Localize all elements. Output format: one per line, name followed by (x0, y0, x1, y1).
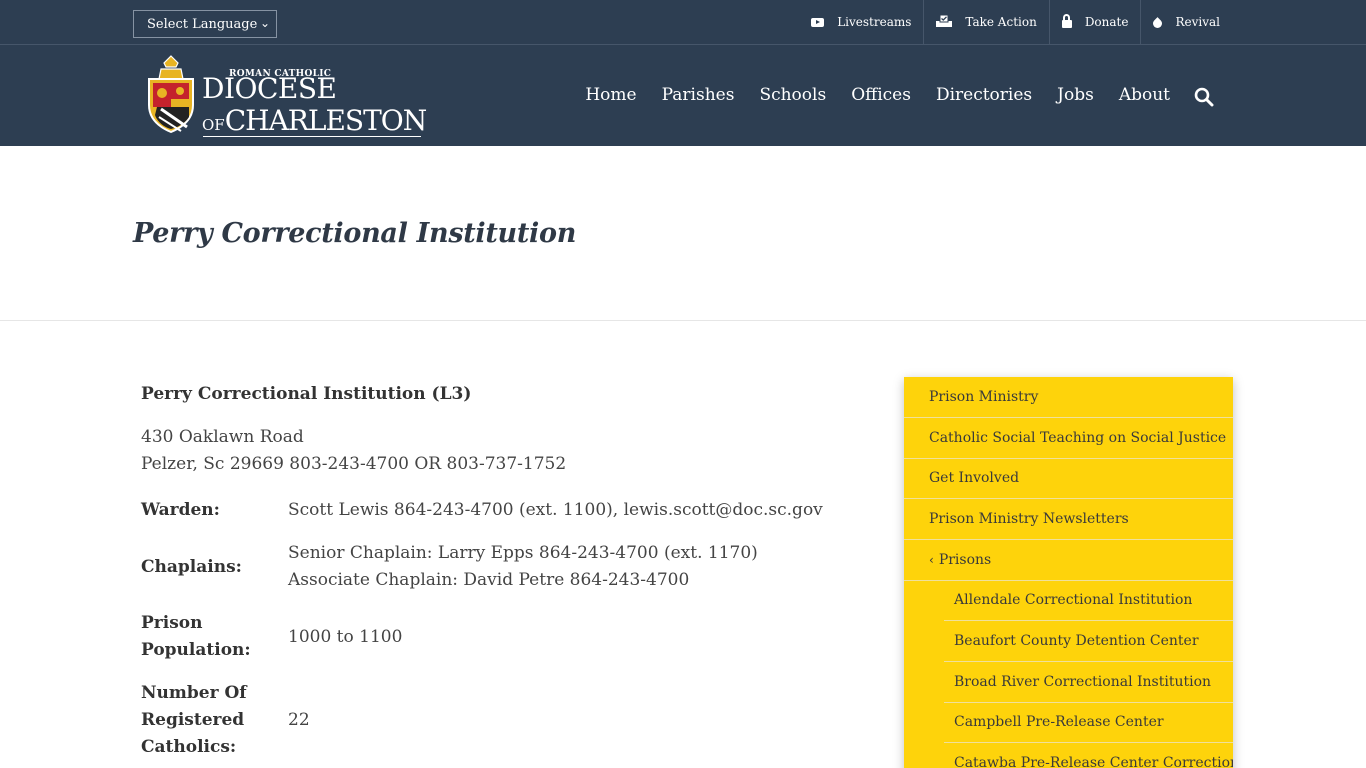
sidebar-item-newsletters[interactable]: Prison Ministry Newsletters (904, 499, 1233, 540)
page-title-band: Perry Correctional Institution (0, 146, 1366, 321)
sidebar-subitem-campbell[interactable]: Campbell Pre-Release Center (944, 702, 1233, 743)
sidebar-item-label: Prison Ministry (929, 389, 1039, 405)
sidebar-item-label: Prison Ministry Newsletters (929, 511, 1129, 527)
logo-of-charleston: OFCHARLESTON (202, 104, 427, 139)
catholics-label-line1: Number Of (141, 683, 247, 703)
search-icon[interactable] (1194, 87, 1214, 107)
sidebar-subitem-label: Beaufort County Detention Center (954, 633, 1199, 649)
sidebar-item-get-involved[interactable]: Get Involved (904, 458, 1233, 499)
drop-icon (1151, 17, 1165, 30)
chaplains-label: Chaplains: (141, 557, 242, 577)
sidebar-menu: Prison Ministry Catholic Social Teaching… (904, 377, 1233, 768)
nav-schools[interactable]: Schools (759, 85, 826, 105)
ballot-icon (936, 14, 953, 30)
address-street: 430 Oaklawn Road (141, 427, 304, 447)
livestreams-label: Livestreams (837, 15, 912, 29)
address-city-phone: Pelzer, Sc 29669 803-243-4700 OR 803-737… (141, 454, 567, 474)
logo-underline (203, 136, 421, 137)
nav-offices[interactable]: Offices (851, 85, 911, 105)
lock-icon (1061, 14, 1072, 28)
livestreams-link[interactable]: Livestreams (799, 0, 923, 44)
nav-directories[interactable]: Directories (936, 85, 1032, 105)
institution-name: Perry Correctional Institution (L3) (141, 384, 472, 404)
catholics-label-line2: Registered (141, 710, 245, 730)
chaplain-senior: Senior Chaplain: Larry Epps 864-243-4700… (288, 543, 758, 563)
sidebar-subitem-label: Allendale Correctional Institution (954, 592, 1193, 608)
top-utility-bar: Select Language ⌄ Livestreams Take Actio… (0, 0, 1366, 45)
page-title: Perry Correctional Institution (133, 218, 577, 249)
sidebar-subitem-broad-river[interactable]: Broad River Correctional Institution (944, 662, 1233, 703)
youtube-icon (811, 17, 825, 27)
chevron-left-icon: ‹ (929, 553, 934, 567)
nav-home[interactable]: Home (585, 85, 636, 105)
language-select[interactable]: Select Language ⌄ (133, 10, 277, 38)
warden-label: Warden: (141, 500, 220, 520)
logo-of: OF (202, 116, 225, 134)
nav-parishes[interactable]: Parishes (662, 85, 735, 105)
donate-link[interactable]: Donate (1048, 0, 1141, 44)
sidebar-subitem-label: Catawba Pre-Release Center Correctional (954, 755, 1233, 768)
coat-of-arms-icon (148, 55, 194, 133)
sidebar-item-label: Get Involved (929, 470, 1020, 486)
chaplain-associate: Associate Chaplain: David Petre 864-243-… (288, 570, 690, 590)
sidebar-item-label: Catholic Social Teaching on Social Justi… (929, 430, 1227, 446)
nav-jobs[interactable]: Jobs (1057, 85, 1094, 105)
sidebar-item-label: Prisons (938, 552, 992, 568)
take-action-label: Take Action (965, 15, 1037, 29)
main-header: ROMAN CATHOLIC DIOCESE OFCHARLESTON Home… (0, 45, 1366, 146)
catholics-value: 22 (288, 710, 310, 730)
population-label-line2: Population: (141, 640, 251, 660)
diocese-logo[interactable]: ROMAN CATHOLIC DIOCESE OFCHARLESTON (143, 55, 428, 137)
revival-link[interactable]: Revival (1140, 0, 1232, 44)
language-select-label: Select Language (147, 16, 258, 32)
utility-links: Livestreams Take Action Donate Revival (799, 0, 1232, 44)
sidebar-subitem-beaufort[interactable]: Beaufort County Detention Center (944, 621, 1233, 662)
population-label-line1: Prison (141, 613, 203, 633)
sidebar-item-prisons[interactable]: ‹ Prisons (904, 540, 1233, 581)
logo-charleston: CHARLESTON (224, 104, 427, 137)
warden-value: Scott Lewis 864-243-4700 (ext. 1100), le… (288, 500, 823, 520)
sidebar-item-prison-ministry[interactable]: Prison Ministry (904, 377, 1233, 418)
population-value: 1000 to 1100 (288, 627, 403, 647)
chevron-down-icon: ⌄ (259, 16, 270, 30)
sidebar-subitem-allendale[interactable]: Allendale Correctional Institution (944, 580, 1233, 621)
catholics-label-line3: Catholics: (141, 737, 237, 757)
sidebar-subitem-label: Campbell Pre-Release Center (954, 714, 1164, 730)
main-nav: Home Parishes Schools Offices Directorie… (560, 85, 1214, 107)
take-action-link[interactable]: Take Action (923, 0, 1048, 44)
sidebar-item-social-teaching[interactable]: Catholic Social Teaching on Social Justi… (904, 418, 1233, 459)
donate-label: Donate (1084, 15, 1129, 29)
sidebar-subitem-label: Broad River Correctional Institution (954, 674, 1212, 690)
sidebar-subitem-catawba[interactable]: Catawba Pre-Release Center Correctional (944, 743, 1233, 768)
logo-diocese: DIOCESE (202, 72, 337, 105)
revival-label: Revival (1175, 15, 1220, 29)
nav-about[interactable]: About (1119, 85, 1170, 105)
